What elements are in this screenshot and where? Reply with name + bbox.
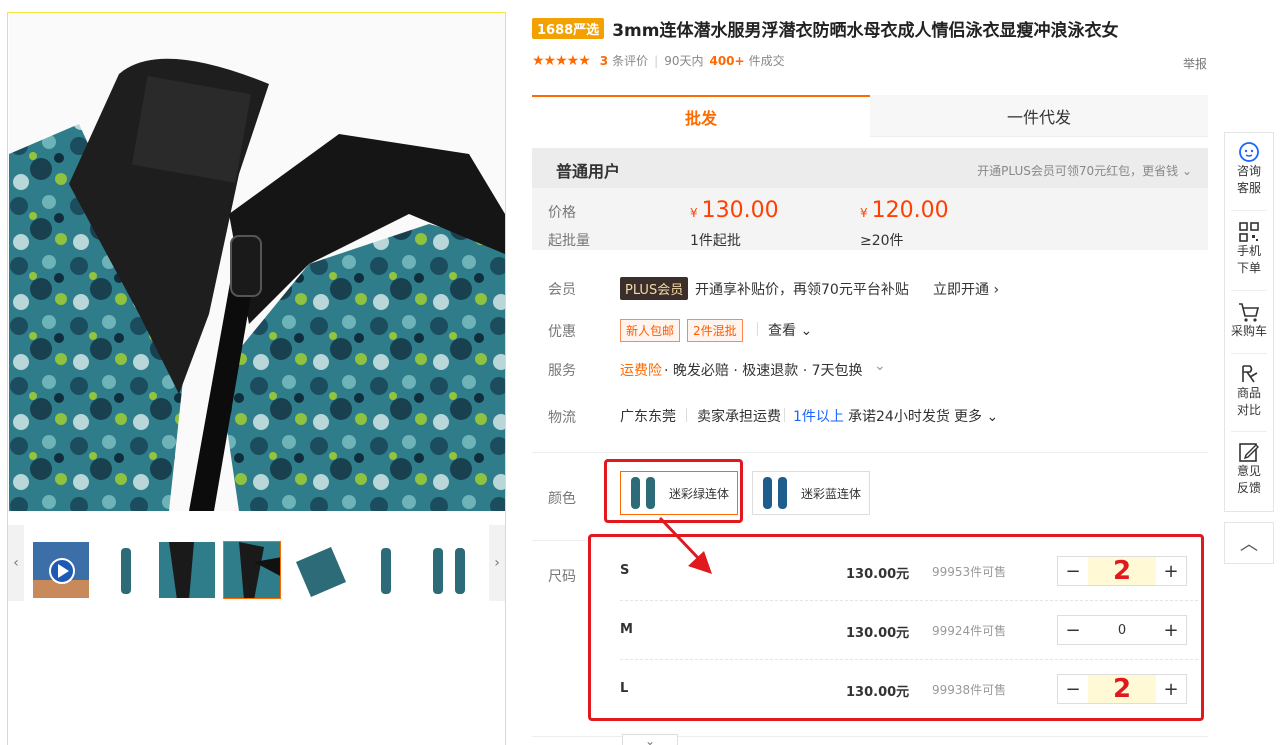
sidebar-label: 手机 xyxy=(1236,244,1261,258)
sidebar-item-compare[interactable]: 商品 对比 xyxy=(1225,363,1273,419)
sidebar-label: 对比 xyxy=(1236,403,1261,417)
divider xyxy=(1231,431,1267,432)
sidebar-label: 意见 xyxy=(1236,464,1261,478)
compare-icon xyxy=(1242,365,1258,383)
divider xyxy=(1231,353,1267,354)
product-page: ‹ › 1688严选 3mm连体潜水服男浮潜衣防晒水母衣成人情侣泳衣显瘦冲浪泳衣… xyxy=(0,0,1280,745)
cart-icon xyxy=(1239,303,1260,322)
chat-icon xyxy=(1239,142,1259,162)
sidebar-label: 客服 xyxy=(1236,181,1261,195)
back-to-top-button[interactable]: ︿ xyxy=(1224,522,1274,564)
sidebar-item-service[interactable]: 咨询 客服 xyxy=(1225,141,1273,197)
sidebar-label: 商品 xyxy=(1236,386,1261,400)
divider xyxy=(1231,210,1267,211)
sidebar-label: 下单 xyxy=(1236,261,1261,275)
size-label: 尺码 xyxy=(548,569,576,585)
divider xyxy=(1231,290,1267,291)
sidebar-item-feedback[interactable]: 意见 反馈 xyxy=(1225,441,1273,497)
qrcode-icon xyxy=(1239,222,1259,242)
sidebar-label: 反馈 xyxy=(1236,481,1261,495)
annotation-box-sizes xyxy=(588,534,1204,721)
sidebar-label: 采购车 xyxy=(1230,324,1267,338)
sidebar-item-cart[interactable]: 采购车 xyxy=(1225,301,1273,340)
sidebar-label: 咨询 xyxy=(1236,164,1261,178)
sidebar-item-mobile[interactable]: 手机 下单 xyxy=(1225,221,1273,277)
feedback-icon xyxy=(1239,443,1259,462)
right-toolbar: 咨询 客服 手机 下单 采购车 商品 对比 意见 反馈 xyxy=(1224,132,1274,512)
expand-more-button[interactable]: ⌄ xyxy=(622,734,678,745)
